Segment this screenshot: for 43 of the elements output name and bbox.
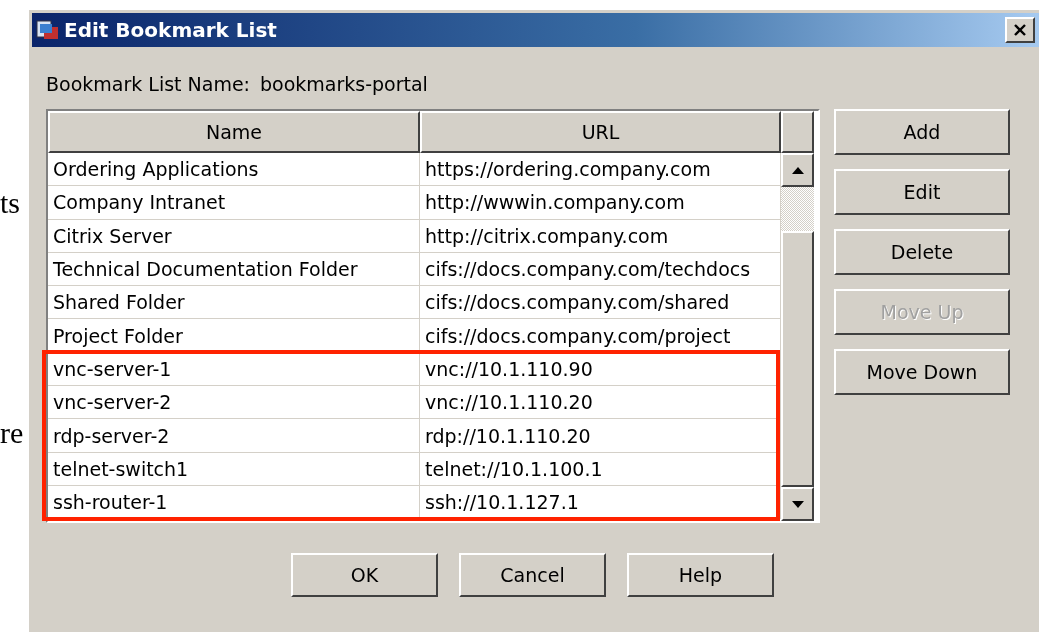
table-cell: vnc://10.1.110.20 [420,386,781,420]
window-title: Edit Bookmark List [64,18,278,42]
list-name-value: bookmarks-portal [260,73,428,95]
table-cell: vnc://10.1.110.90 [420,352,781,387]
close-button[interactable] [1005,17,1035,43]
table-cell: telnet://10.1.100.1 [420,452,781,486]
dialog-button[interactable]: Add [834,109,1010,155]
list-name-label: Bookmark List Name: [46,73,250,95]
dialog-button[interactable]: Move Down [834,349,1010,395]
table-cell: vnc-server-1 [48,352,420,387]
scroll-down-button[interactable] [781,487,814,521]
document-text: re [0,416,24,450]
column-header[interactable]: URL [420,111,781,153]
up-arrow-icon [791,166,804,174]
table-cell: telnet-switch1 [48,452,420,486]
table-cell: Shared Folder [48,286,420,320]
table-cell: Project Folder [48,319,420,353]
dialog-button[interactable]: Cancel [459,553,606,597]
table-cell: http://wwwin.company.com [420,186,781,220]
scrollbar-thumb[interactable] [781,231,814,487]
table-cell: https://ordering.company.com [420,153,781,187]
table-cell: cifs://docs.company.com/techdocs [420,252,781,287]
table-cell: Technical Documentation Folder [48,252,420,287]
down-arrow-icon [791,500,804,508]
scrollbar[interactable] [781,111,814,521]
scroll-up-button[interactable] [781,153,814,187]
table-cell: Company Intranet [48,186,420,220]
dialog-button[interactable]: OK [291,553,438,597]
table-cell: rdp-server-2 [48,419,420,453]
document-text: ts [0,186,20,220]
column-header[interactable]: Name [48,111,420,153]
table-cell: rdp://10.1.110.20 [420,419,781,453]
dialog-button[interactable]: Delete [834,229,1010,275]
dialog-button[interactable]: Help [627,553,774,597]
dialog-button[interactable]: Edit [834,169,1010,215]
table-cell: vnc-server-2 [48,386,420,420]
table-cell: Citrix Server [48,219,420,253]
table-cell: http://citrix.company.com [420,219,781,253]
app-icon [36,19,60,41]
table-cell: Ordering Applications [48,153,420,187]
close-icon [1014,24,1026,36]
table-cell: cifs://docs.company.com/project [420,319,781,353]
table-cell: cifs://docs.company.com/shared [420,286,781,320]
